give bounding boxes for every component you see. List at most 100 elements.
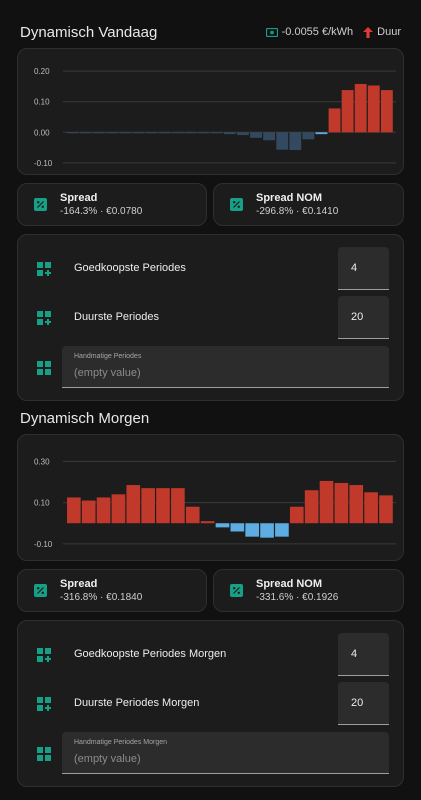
grid-icon [37,361,51,375]
bar [80,132,92,134]
bar [184,132,197,134]
today-header: Dynamisch Vandaag -0.0055 €/kWh Duur [20,20,401,44]
today-chips: -0.0055 €/kWh Duur [265,26,401,38]
bar [156,488,170,524]
tomorrow-spread-nom-value: -331.6% · €0.1926 [256,591,339,603]
cash-icon [265,27,278,37]
bar [158,132,171,134]
bar [304,490,319,524]
today-spread-nom-value: -296.8% · €0.1410 [256,205,339,217]
bar [315,132,328,135]
percent-icon [230,198,243,211]
today-chart-card: 0.20 0.10 0.00 -0.10 [17,48,404,175]
tomorrow-spread-nom-card[interactable]: Spread NOM -331.6% · €0.1926 [213,569,404,612]
bar [215,523,230,528]
tomorrow-cheapest-input[interactable]: 4 [338,633,389,676]
today-settings-card: Goedkoopste Periodes 4 Duurste Periodes … [17,234,404,401]
tomorrow-cheapest-label: Goedkoopste Periodes Morgen [74,648,227,660]
bar [341,90,354,133]
bar [250,132,262,138]
bar [276,132,289,150]
tomorrow-manual-input[interactable]: Handmatige Periodes Morgen (empty value) [62,732,389,774]
tomorrow-spread-nom-title: Spread NOM [256,577,323,590]
tomorrow-settings-card: Goedkoopste Periodes Morgen 4 Duurste Pe… [17,620,404,787]
bar [93,132,106,134]
price-chip-value: -0.0055 €/kWh [281,26,354,38]
bar [171,488,185,524]
y-tick-label: 0.10 [34,98,50,107]
bar [197,132,210,134]
bar [245,523,260,537]
bar [334,482,349,524]
tomorrow-spread-value: -316.8% · €0.1840 [60,591,143,603]
y-tick-label: 0.20 [34,67,50,76]
bar [263,132,276,141]
today-spread-nom-title: Spread NOM [256,191,323,204]
bar [67,132,79,134]
today-title: Dynamisch Vandaag [20,23,158,41]
bar [319,480,334,524]
bar [132,132,145,134]
status-chip: Duur [363,26,401,38]
bar [302,132,315,140]
percent-icon [34,198,47,211]
today-expensive-input[interactable]: 20 [338,296,389,339]
bar [289,132,302,151]
today-price-chart: 0.20 0.10 0.00 -0.10 [34,67,396,168]
today-expensive-label: Duurste Periodes [74,311,159,323]
today-spread-title: Spread [60,191,98,204]
bar [379,495,393,524]
bar [67,497,81,524]
bar [145,132,158,134]
bar [111,494,126,524]
bar [289,506,304,524]
today-spread-nom-card[interactable]: Spread NOM -296.8% · €0.1410 [213,183,404,226]
y-tick-label: -0.10 [34,540,53,549]
tomorrow-manual-label: Handmatige Periodes Morgen [74,739,167,746]
grid-icon [37,747,51,761]
y-tick-label: 0.10 [34,499,50,508]
grid-plus-icon [37,311,51,325]
bar [328,108,341,133]
bar [230,523,245,532]
bar [171,132,184,134]
bar [349,485,364,524]
bar [364,492,378,524]
bar [106,132,119,134]
tomorrow-spread-card[interactable]: Spread -316.8% · €0.1840 [17,569,207,612]
y-tick-label: -0.10 [34,159,53,168]
bar [260,523,274,538]
bar [200,521,215,524]
bar [367,85,380,133]
y-tick-label: 0.00 [34,128,50,137]
grid-plus-icon [37,648,51,662]
today-cheapest-label: Goedkoopste Periodes [74,262,186,274]
bar [354,83,367,133]
tomorrow-expensive-label: Duurste Periodes Morgen [74,697,200,709]
tomorrow-price-chart: 0.30 0.10 -0.10 [34,457,396,549]
bar [119,132,132,134]
bar [275,523,289,537]
grid-plus-icon [37,697,51,711]
today-manual-label: Handmatige Periodes [74,353,142,360]
price-chip: -0.0055 €/kWh [265,26,354,38]
bar [380,90,393,133]
today-spread-value: -164.3% · €0.0780 [60,205,143,217]
tomorrow-spread-title: Spread [60,577,98,590]
percent-icon [34,584,47,597]
grid-plus-icon [37,262,51,276]
percent-icon [230,584,243,597]
bar [210,132,223,134]
tomorrow-header: Dynamisch Morgen [20,406,401,430]
today-cheapest-input[interactable]: 4 [338,247,389,290]
y-tick-label: 0.30 [34,457,50,466]
tomorrow-title: Dynamisch Morgen [20,409,150,427]
status-chip-label: Duur [377,26,401,38]
tomorrow-expensive-input[interactable]: 20 [338,682,389,725]
today-manual-input[interactable]: Handmatige Periodes (empty value) [62,346,389,388]
tomorrow-manual-value: (empty value) [74,753,141,765]
bar [141,488,155,524]
bar [223,132,236,135]
bar [81,500,96,524]
today-spread-card[interactable]: Spread -164.3% · €0.0780 [17,183,207,226]
